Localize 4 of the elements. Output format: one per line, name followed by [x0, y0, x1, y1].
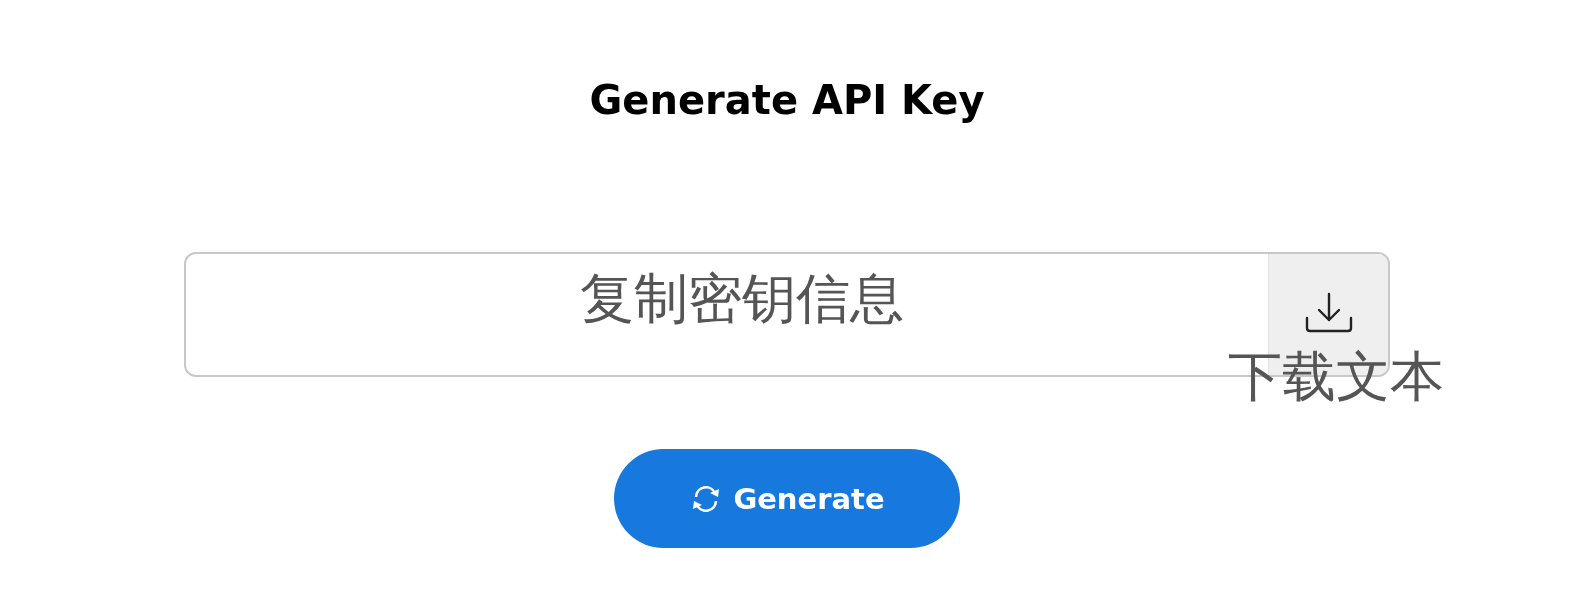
download-icon	[1303, 290, 1354, 334]
page-title: Generate API Key	[589, 76, 985, 125]
generate-button[interactable]: Generate	[614, 449, 960, 548]
copy-key-label[interactable]: 复制密钥信息	[580, 264, 904, 334]
